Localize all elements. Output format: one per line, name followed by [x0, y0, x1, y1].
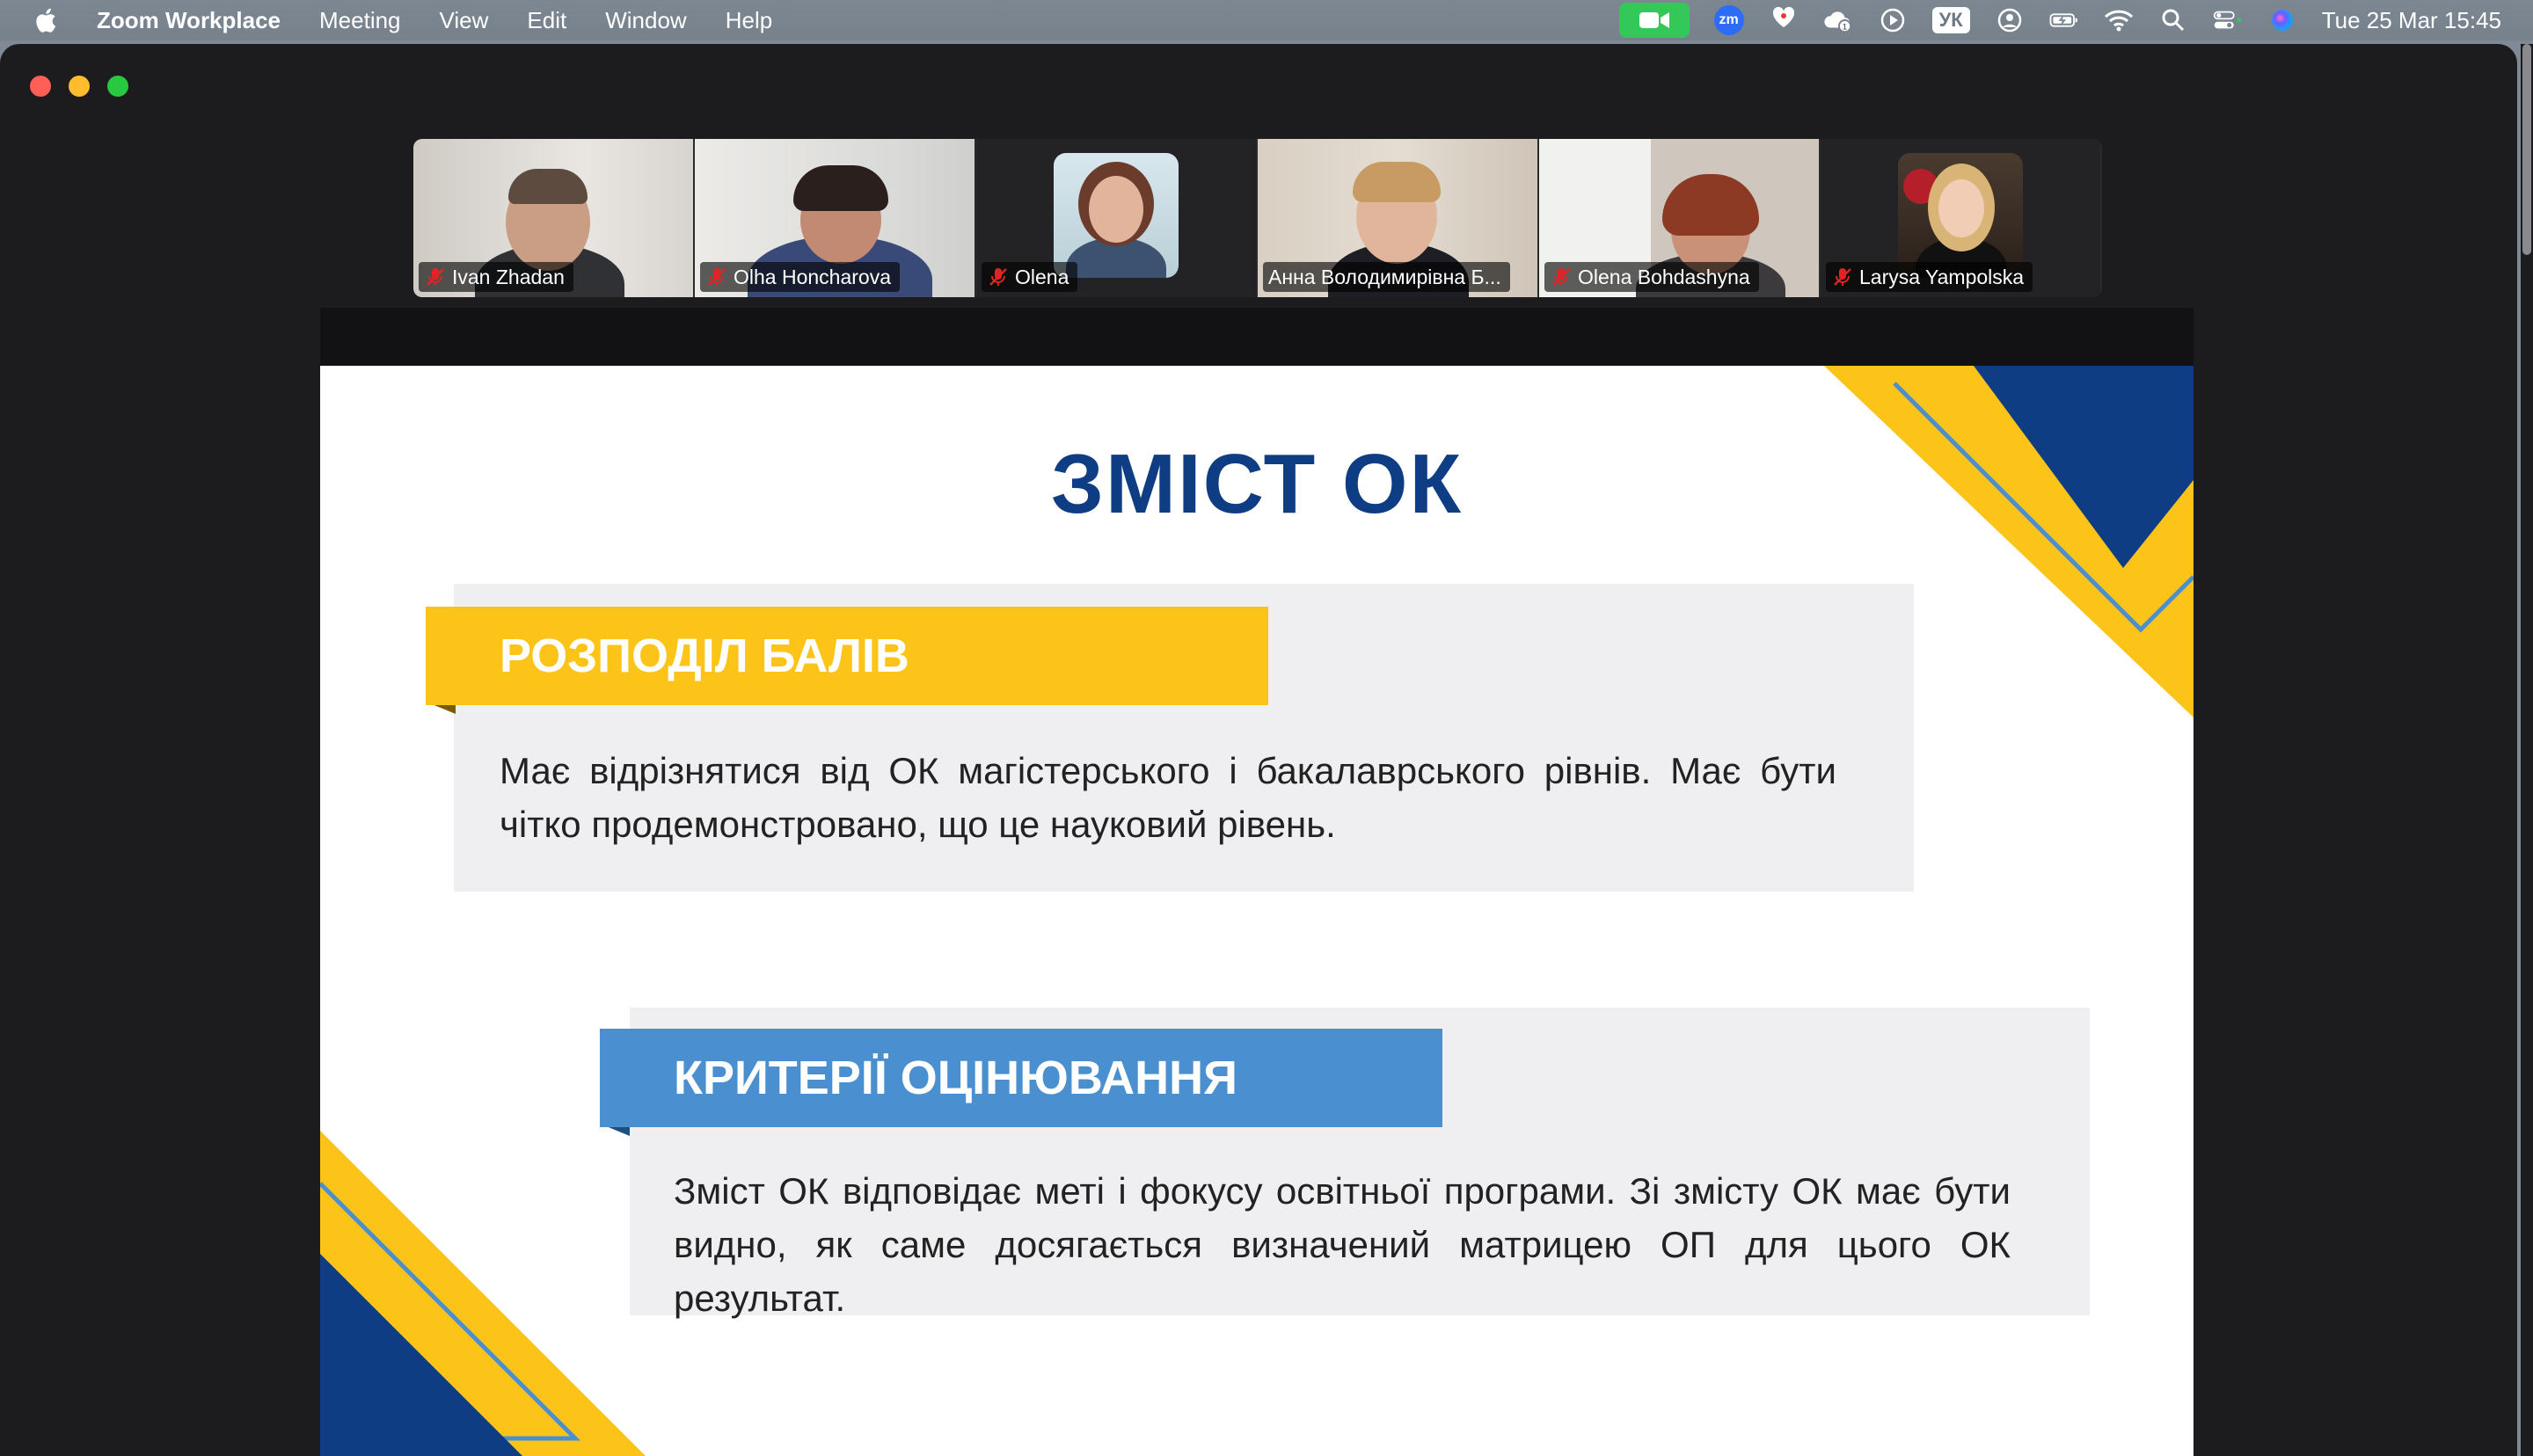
siri-icon[interactable]	[2267, 5, 2297, 35]
muted-mic-icon	[1552, 268, 1570, 286]
section-body-text: Зміст ОК відповідає меті і фокусу освітн…	[674, 1170, 2011, 1319]
participant-name: Olena	[1015, 265, 1069, 288]
menu-view[interactable]: View	[440, 7, 489, 34]
participant-name: Larysa Yampolska	[1859, 265, 2025, 288]
participant-strip: Ivan Zhadan Olha Honcharova Olena Анна В…	[413, 139, 2102, 297]
participant-name-tag: Анна Володимирівна Б...	[1263, 262, 1510, 292]
section-body-text: Має відрізнятися від ОК магістерського і…	[500, 750, 1836, 845]
slide-decoration-bottom-left	[320, 1131, 646, 1456]
wifi-icon[interactable]	[2104, 5, 2134, 35]
participant-tile[interactable]: Larysa Yampolska	[1821, 139, 2100, 297]
participant-tile[interactable]: Ivan Zhadan	[413, 139, 693, 297]
search-icon[interactable]	[2158, 5, 2188, 35]
app-name[interactable]: Zoom Workplace	[97, 7, 281, 34]
participant-name-tag: Larysa Yampolska	[1826, 262, 2033, 292]
input-source-indicator[interactable]: УК	[1931, 7, 1970, 33]
participant-name-tag: Olena Bohdashyna	[1544, 262, 1759, 292]
creative-cloud-icon[interactable]: 1	[1823, 5, 1853, 35]
participant-tile[interactable]: Olena	[976, 139, 1256, 297]
play-icon[interactable]	[1878, 5, 1908, 35]
participant-avatar	[1054, 153, 1179, 278]
participant-name-tag: Olha Honcharova	[700, 262, 900, 292]
menu-bar: Zoom Workplace Meeting View Edit Window …	[0, 0, 2533, 40]
zoom-video-tray-icon[interactable]	[1618, 3, 1690, 38]
participant-tile[interactable]: Olena Bohdashyna	[1539, 139, 1819, 297]
svg-text:1: 1	[1843, 22, 1847, 32]
window-zoom-button[interactable]	[107, 76, 128, 97]
apple-menu-icon[interactable]	[32, 6, 58, 34]
zoom-menu-icon[interactable]: zm	[1713, 5, 1744, 35]
shared-screen-frame	[320, 308, 2194, 366]
participant-tile-active-speaker[interactable]: Анна Володимирівна Б...	[1258, 139, 1537, 297]
menu-help[interactable]: Help	[726, 7, 772, 34]
participant-name: Olena Bohdashyna	[1578, 265, 1750, 288]
menu-edit[interactable]: Edit	[527, 7, 566, 34]
muted-mic-icon	[1834, 268, 1851, 286]
participant-avatar	[1898, 153, 2023, 278]
scrollbar-thumb[interactable]	[2522, 44, 2531, 255]
window-minimize-button[interactable]	[69, 76, 90, 97]
battery-charging-icon[interactable]	[2049, 5, 2079, 35]
participant-name-tag: Olena	[982, 262, 1078, 292]
menu-bar-clock[interactable]: Tue 25 Mar 15:45	[2322, 7, 2501, 34]
muted-mic-icon	[708, 268, 726, 286]
window-close-button[interactable]	[30, 76, 51, 97]
participant-name-tag: Ivan Zhadan	[419, 262, 573, 292]
slide-title: ЗМІСТ ОК	[1050, 437, 1464, 531]
user-account-icon[interactable]	[1995, 5, 2025, 35]
control-center-icon[interactable]	[2213, 5, 2243, 35]
muted-mic-icon	[989, 268, 1007, 286]
zoom-meeting-window: Ivan Zhadan Olha Honcharova Olena Анна В…	[0, 44, 2517, 1456]
menu-window[interactable]: Window	[605, 7, 686, 34]
notification-heart-icon[interactable]	[1769, 5, 1799, 35]
participant-name: Olha Honcharova	[734, 265, 891, 288]
menu-meeting[interactable]: Meeting	[319, 7, 401, 34]
participant-name: Ivan Zhadan	[452, 265, 565, 288]
participant-tile[interactable]: Olha Honcharova	[695, 139, 975, 297]
shared-slide: ЗМІСТ ОК РОЗПОДІЛ БАЛІВ Має відрізнятися…	[320, 366, 2194, 1456]
muted-mic-icon	[427, 268, 444, 286]
window-scrollbar[interactable]	[2521, 44, 2533, 1456]
participant-name: Анна Володимирівна Б...	[1268, 265, 1501, 288]
section-heading-ribbon: КРИТЕРІЇ ОЦІНЮВАННЯ	[600, 1029, 1442, 1127]
section-heading-ribbon: РОЗПОДІЛ БАЛІВ	[426, 607, 1268, 705]
